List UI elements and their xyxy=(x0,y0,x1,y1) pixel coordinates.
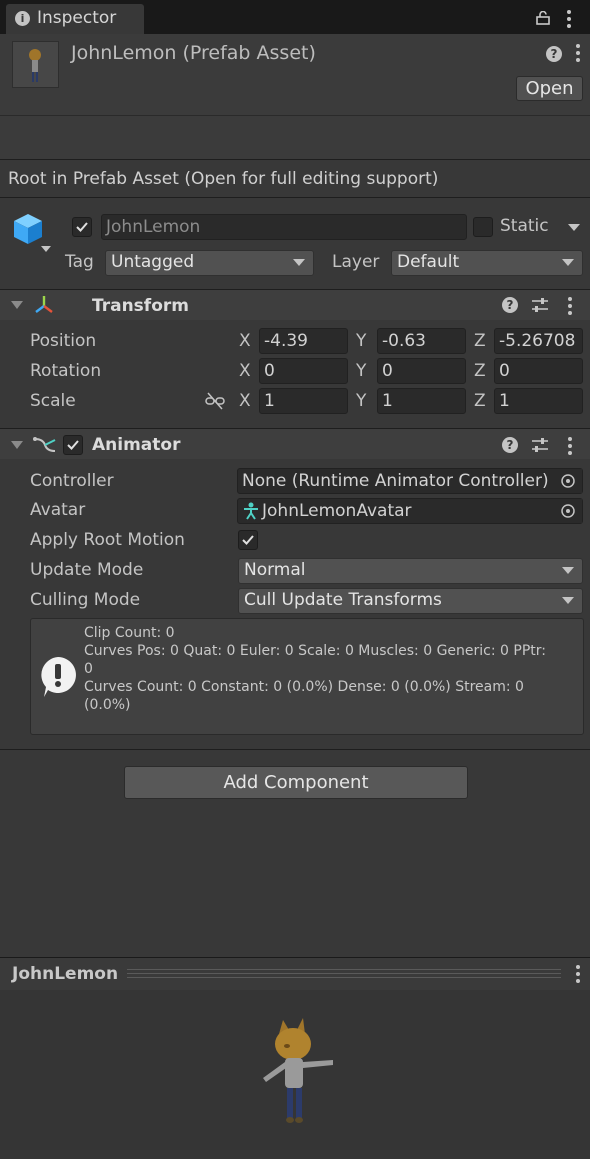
prefab-info-text: Root in Prefab Asset (Open for full edit… xyxy=(8,169,439,189)
tag-value: Untagged xyxy=(111,252,195,272)
position-x-field[interactable]: -4.39 xyxy=(259,328,348,354)
gameobject-name-field[interactable]: JohnLemon xyxy=(101,214,467,240)
tab-menu-icon[interactable] xyxy=(567,10,571,31)
avatar-label: Avatar xyxy=(30,500,86,520)
divider xyxy=(0,159,590,160)
prefab-thumbnail xyxy=(12,41,59,88)
chevron-down-icon xyxy=(562,567,574,574)
update-mode-value: Normal xyxy=(244,560,306,580)
icon-dropdown-caret[interactable] xyxy=(41,246,51,252)
rotation-label: Rotation xyxy=(30,361,102,381)
object-picker-icon xyxy=(561,504,575,518)
avatar-value: JohnLemonAvatar xyxy=(262,501,412,521)
tag-label: Tag xyxy=(65,252,94,272)
rotation-y-axis-label[interactable]: Y xyxy=(356,361,366,381)
tag-dropdown[interactable]: Untagged xyxy=(105,250,314,276)
animator-info-text: Clip Count: 0 Curves Pos: 0 Quat: 0 Eule… xyxy=(84,624,579,714)
position-z-axis-label[interactable]: Z xyxy=(474,331,486,351)
avatar-object-picker[interactable] xyxy=(554,499,582,523)
help-icon[interactable]: ? xyxy=(546,46,562,62)
layer-dropdown[interactable]: Default xyxy=(391,250,583,276)
position-label: Position xyxy=(30,331,97,351)
transform-foldout-arrow[interactable] xyxy=(11,301,23,309)
add-component-button[interactable]: Add Component xyxy=(124,766,468,799)
presets-icon[interactable] xyxy=(531,437,549,458)
apply-root-motion-checkbox[interactable] xyxy=(238,530,258,550)
scale-label: Scale xyxy=(30,391,76,411)
info-line: Curves Pos: 0 Quat: 0 Euler: 0 Scale: 0 … xyxy=(84,643,546,659)
position-z-field[interactable]: -5.26708 xyxy=(494,328,583,354)
culling-mode-dropdown[interactable]: Cull Update Transforms xyxy=(238,588,583,614)
animator-foldout-arrow[interactable] xyxy=(11,441,23,449)
chevron-down-icon xyxy=(293,259,305,266)
layer-label: Layer xyxy=(332,252,380,272)
animator-enabled-checkbox[interactable] xyxy=(63,435,83,455)
scale-z-axis-label[interactable]: Z xyxy=(474,391,486,411)
help-icon[interactable]: ? xyxy=(502,297,518,313)
lock-icon[interactable] xyxy=(536,10,550,30)
scale-x-field[interactable]: 1 xyxy=(259,388,348,414)
controller-value: None (Runtime Animator Controller) xyxy=(242,471,549,491)
animator-icon xyxy=(33,434,57,461)
warning-icon xyxy=(38,655,78,704)
gameobject-cube-icon[interactable] xyxy=(12,212,44,251)
animator-menu-icon[interactable] xyxy=(568,437,572,458)
tab-inspector[interactable]: i Inspector xyxy=(6,4,144,34)
active-checkbox[interactable] xyxy=(72,217,92,237)
layer-value: Default xyxy=(397,252,460,272)
controller-object-picker[interactable] xyxy=(554,469,582,493)
chevron-down-icon xyxy=(562,597,574,604)
animator-info-box: Clip Count: 0 Curves Pos: 0 Quat: 0 Eule… xyxy=(30,618,584,735)
static-checkbox[interactable] xyxy=(473,217,493,237)
avatar-icon xyxy=(243,502,259,525)
scale-x-axis-label[interactable]: X xyxy=(239,391,251,411)
static-label: Static xyxy=(500,216,549,236)
preview-title: JohnLemon xyxy=(12,964,119,984)
tab-title: Inspector xyxy=(37,8,117,28)
asset-name: JohnLemon (Prefab Asset) xyxy=(71,42,316,64)
unlink-scale-icon[interactable] xyxy=(205,392,225,415)
divider xyxy=(0,749,590,750)
divider xyxy=(0,115,590,116)
transform-title: Transform xyxy=(92,296,189,316)
static-dropdown-caret[interactable] xyxy=(568,224,580,231)
info-line: (0.0%) xyxy=(84,697,131,713)
info-line: Clip Count: 0 xyxy=(84,625,175,641)
presets-icon[interactable] xyxy=(531,297,549,318)
rotation-x-field[interactable]: 0 xyxy=(259,358,348,384)
controller-label: Controller xyxy=(30,471,114,491)
open-button[interactable]: Open xyxy=(516,76,583,101)
culling-mode-value: Cull Update Transforms xyxy=(244,590,442,610)
avatar-field[interactable]: JohnLemonAvatar xyxy=(237,498,583,524)
info-line: 0 xyxy=(84,661,93,677)
rotation-z-axis-label[interactable]: Z xyxy=(474,361,486,381)
transform-icon xyxy=(33,294,55,321)
scale-y-field[interactable]: 1 xyxy=(377,388,466,414)
position-y-field[interactable]: -0.63 xyxy=(377,328,466,354)
divider xyxy=(0,197,590,198)
info-icon: i xyxy=(15,11,30,26)
update-mode-label: Update Mode xyxy=(30,560,144,580)
rotation-x-axis-label[interactable]: X xyxy=(239,361,251,381)
preview-menu-icon[interactable] xyxy=(576,965,580,986)
preview-drag-handle[interactable] xyxy=(127,969,561,978)
apply-root-motion-label: Apply Root Motion xyxy=(30,530,185,550)
scale-y-axis-label[interactable]: Y xyxy=(356,391,366,411)
rotation-z-field[interactable]: 0 xyxy=(494,358,583,384)
controller-field[interactable]: None (Runtime Animator Controller) xyxy=(237,468,583,494)
scale-z-field[interactable]: 1 xyxy=(494,388,583,414)
position-x-axis-label[interactable]: X xyxy=(239,331,251,351)
object-picker-icon xyxy=(561,474,575,488)
help-icon[interactable]: ? xyxy=(502,437,518,453)
update-mode-dropdown[interactable]: Normal xyxy=(238,558,583,584)
chevron-down-icon xyxy=(562,259,574,266)
info-line: Curves Count: 0 Constant: 0 (0.0%) Dense… xyxy=(84,679,524,695)
header-menu-icon[interactable] xyxy=(576,44,580,65)
rotation-y-field[interactable]: 0 xyxy=(377,358,466,384)
character-preview-image xyxy=(255,1016,339,1136)
animator-title: Animator xyxy=(92,435,181,455)
transform-menu-icon[interactable] xyxy=(568,297,572,318)
position-y-axis-label[interactable]: Y xyxy=(356,331,366,351)
culling-mode-label: Culling Mode xyxy=(30,590,141,610)
